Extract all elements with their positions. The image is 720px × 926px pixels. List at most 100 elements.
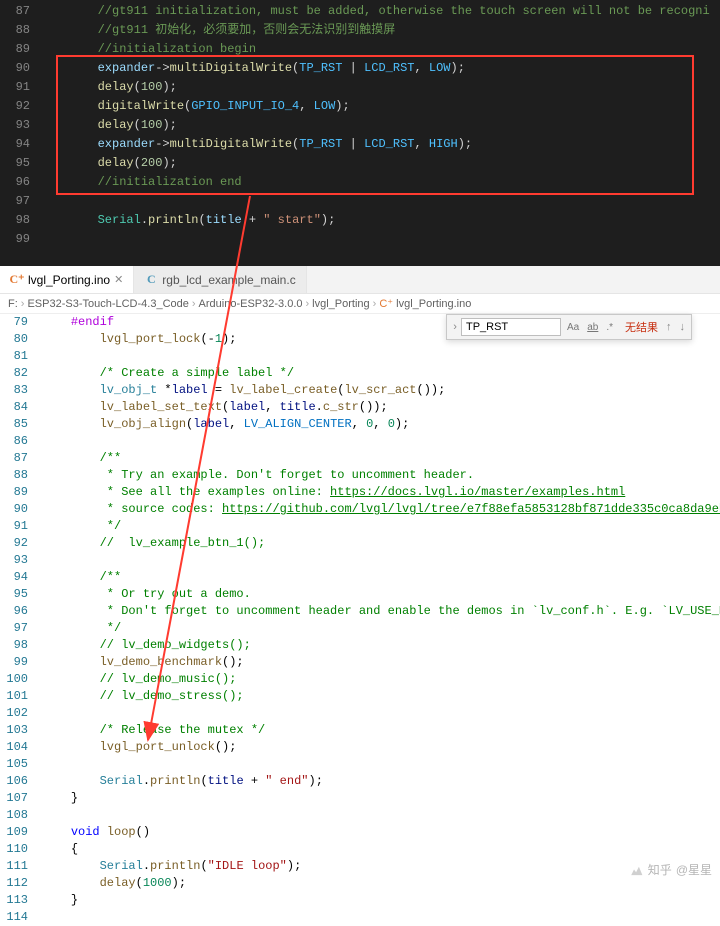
line-number: 91 [0,518,42,535]
code-line[interactable]: 88 //gt911 初始化，必须要加，否则会无法识别到触摸屏 [0,21,720,40]
code-line[interactable]: 94 expander->multiDigitalWrite(TP_RST | … [0,135,720,154]
line-number: 95 [0,154,40,173]
code-line[interactable]: 92 // lv_example_btn_1(); [0,535,720,552]
find-widget[interactable]: › Aa ab .* 无结果 ↑ ↓ [446,314,692,340]
line-number: 82 [0,365,42,382]
code-line[interactable]: 106 Serial.println(title + " end"); [0,773,720,790]
code-line[interactable]: 89 //initialization begin [0,40,720,59]
code-line[interactable]: 108 [0,807,720,824]
breadcrumb-segment[interactable]: lvgl_Porting [312,298,369,310]
code-line[interactable]: 82 /* Create a simple label */ [0,365,720,382]
line-number: 86 [0,433,42,450]
tab-bar: C⁺lvgl_Porting.ino✕Crgb_lcd_example_main… [0,266,720,294]
line-number: 113 [0,892,42,909]
line-number: 104 [0,739,42,756]
code-line[interactable]: 96 * Don't forget to uncomment header an… [0,603,720,620]
code-line[interactable]: 96 //initialization end [0,173,720,192]
file-icon: C [144,273,158,287]
code-line[interactable]: 99 lv_demo_benchmark(); [0,654,720,671]
line-number: 90 [0,59,40,78]
line-number: 97 [0,620,42,637]
code-line[interactable]: 88 * Try an example. Don't forget to unc… [0,467,720,484]
code-line[interactable]: 95 delay(200); [0,154,720,173]
find-next-icon[interactable]: ↓ [680,321,686,333]
code-line[interactable]: 114 [0,909,720,926]
line-number: 98 [0,211,40,230]
code-line[interactable]: 98 // lv_demo_widgets(); [0,637,720,654]
line-number: 99 [0,654,42,671]
line-number: 102 [0,705,42,722]
code-line[interactable]: 87 /** [0,450,720,467]
line-number: 103 [0,722,42,739]
code-line[interactable]: 109 void loop() [0,824,720,841]
line-number: 106 [0,773,42,790]
line-number: 93 [0,116,40,135]
breadcrumb-segment[interactable]: C⁺ lvgl_Porting.ino [379,298,471,310]
code-line[interactable]: 105 [0,756,720,773]
code-line[interactable]: 91 delay(100); [0,78,720,97]
code-line[interactable]: 97 */ [0,620,720,637]
code-line[interactable]: 97 [0,192,720,211]
line-number: 98 [0,637,42,654]
code-line[interactable]: 104 lvgl_port_unlock(); [0,739,720,756]
code-line[interactable]: 107 } [0,790,720,807]
code-line[interactable]: 94 /** [0,569,720,586]
code-line[interactable]: 98 Serial.println(title + " start"); [0,211,720,230]
line-number: 89 [0,484,42,501]
code-line[interactable]: 86 [0,433,720,450]
code-line[interactable]: 112 delay(1000); [0,875,720,892]
code-line[interactable]: 110 { [0,841,720,858]
code-line[interactable]: 93 [0,552,720,569]
editor-light[interactable]: C⁺lvgl_Porting.ino✕Crgb_lcd_example_main… [0,266,720,926]
find-input[interactable] [461,318,561,336]
code-line[interactable]: 100 // lv_demo_music(); [0,671,720,688]
code-line[interactable]: 101 // lv_demo_stress(); [0,688,720,705]
find-opt-regex[interactable]: .* [604,322,615,333]
breadcrumb[interactable]: F:›ESP32-S3-Touch-LCD-4.3_Code›Arduino-E… [0,294,720,314]
code-line[interactable]: 102 [0,705,720,722]
line-number: 105 [0,756,42,773]
find-prev-icon[interactable]: ↑ [666,321,672,333]
breadcrumb-segment[interactable]: ESP32-S3-Touch-LCD-4.3_Code [27,298,188,310]
code-line[interactable]: 91 */ [0,518,720,535]
code-line[interactable]: 90 * source codes: https://github.com/lv… [0,501,720,518]
code-line[interactable]: 89 * See all the examples online: https:… [0,484,720,501]
tab-rgb_lcd_example_main-c[interactable]: Crgb_lcd_example_main.c [134,266,306,293]
tab-label: rgb_lcd_example_main.c [162,273,295,287]
find-expand-icon[interactable]: › [453,321,457,333]
code-line[interactable]: 103 /* Release the mutex */ [0,722,720,739]
code-line[interactable]: 93 delay(100); [0,116,720,135]
line-number: 107 [0,790,42,807]
line-number: 109 [0,824,42,841]
breadcrumb-segment[interactable]: Arduino-ESP32-3.0.0 [199,298,303,310]
line-number: 114 [0,909,42,926]
dark-code-lines[interactable]: 87 //gt911 initialization, must be added… [0,0,720,249]
code-line[interactable]: 111 Serial.println("IDLE loop"); [0,858,720,875]
light-code-area[interactable]: › Aa ab .* 无结果 ↑ ↓ 79 #endif80 lvgl_port… [0,314,720,926]
code-line[interactable]: 87 //gt911 initialization, must be added… [0,2,720,21]
line-number: 81 [0,348,42,365]
code-line[interactable]: 81 [0,348,720,365]
code-line[interactable]: 83 lv_obj_t *label = lv_label_create(lv_… [0,382,720,399]
find-opt-word[interactable]: ab [585,322,600,333]
code-line[interactable]: 90 expander->multiDigitalWrite(TP_RST | … [0,59,720,78]
line-number: 94 [0,135,40,154]
breadcrumb-segment[interactable]: F: [8,298,18,310]
code-line[interactable]: 92 digitalWrite(GPIO_INPUT_IO_4, LOW); [0,97,720,116]
editor-dark[interactable]: 87 //gt911 initialization, must be added… [0,0,720,266]
code-line[interactable]: 84 lv_label_set_text(label, title.c_str(… [0,399,720,416]
code-line[interactable]: 85 lv_obj_align(label, LV_ALIGN_CENTER, … [0,416,720,433]
watermark: 知乎 @星星 [630,861,712,878]
code-line[interactable]: 95 * Or try out a demo. [0,586,720,603]
light-code-lines[interactable]: 79 #endif80 lvgl_port_lock(-1);8182 /* C… [0,314,720,926]
line-number: 91 [0,78,40,97]
code-line[interactable]: 113 } [0,892,720,909]
tab-lvgl_Porting-ino[interactable]: C⁺lvgl_Porting.ino✕ [0,266,134,293]
close-icon[interactable]: ✕ [114,273,123,286]
line-number: 84 [0,399,42,416]
line-number: 88 [0,467,42,484]
code-line[interactable]: 99 [0,230,720,249]
watermark-brand: 知乎 [648,861,672,878]
line-number: 79 [0,314,42,331]
find-opt-case[interactable]: Aa [565,322,581,333]
